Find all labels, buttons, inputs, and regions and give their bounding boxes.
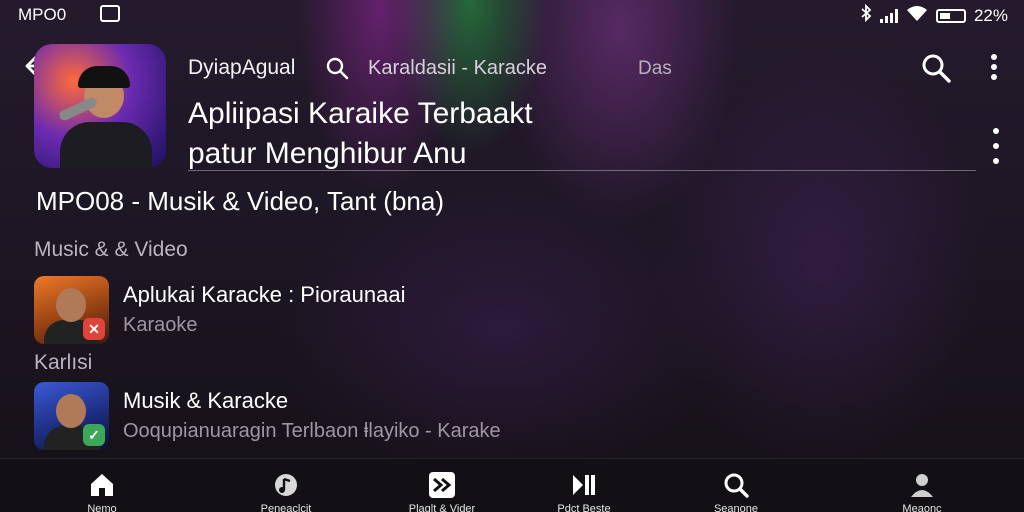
battery-icon [935,8,966,23]
bottom-nav: Nemo Peneaclcit Plaglt & Vider Pdct Best… [0,458,1024,512]
list-item[interactable]: ✓ Musik & Karacke Ooqupianuaragin Terlba… [34,382,734,450]
item-subtitle: Ooqupianuaragin Terlbaon ⱡlayiko - Karak… [123,420,501,442]
breadcrumb[interactable]: Karaldasii - Karacke [368,57,547,80]
item-title: Musik & Karacke [123,388,289,413]
item-thumbnail: ✕ [34,276,109,344]
music-icon [275,474,297,496]
nav-label: Plaglt & Vider [408,503,476,512]
app-brand: DyiapAgual [188,56,296,79]
divider [188,170,976,171]
nav-item-search[interactable]: Seanone [676,459,796,512]
signal-icon [879,8,898,23]
thumb-figure-head [56,394,86,428]
nav-label: Peneaclcit [260,503,312,512]
thumb-figure-head [56,288,86,322]
nav-item-podcast[interactable]: Pdct Beste [524,459,644,512]
app-subtitle: MPO08 - Musik & Video, Tant (bna) [36,186,445,216]
item-title: Aplukai Karacke : Pioraunaai [123,282,406,307]
singer-hat [78,66,130,88]
play-pause-icon [573,475,595,495]
check-icon: ✓ [83,424,105,446]
section-title: Karlısi [34,351,93,374]
nav-label: Pdct Beste [557,503,611,512]
bluetooth-icon [860,3,872,27]
nav-item-music[interactable]: Peneaclcit [226,459,346,512]
nav-label: Seanone [713,503,759,512]
x-icon: ✕ [83,318,105,340]
search-button[interactable] [920,52,952,84]
header-extra[interactable]: Das [638,58,672,80]
app-artwork[interactable] [34,44,166,168]
profile-icon [911,474,933,497]
more-options-button[interactable] [982,50,1006,84]
status-time: MPO0 [18,5,67,24]
list-item[interactable]: ✕ Aplukai Karacke : Pioraunaai Karaoke [34,276,734,344]
status-right: 22% [860,3,1008,27]
item-thumbnail: ✓ [34,382,109,450]
singer-body [60,122,152,168]
nav-item-home[interactable]: Nemo [42,459,162,512]
search-icon [922,54,951,83]
notification-icon [100,5,120,22]
battery-percent: 22% [973,5,1008,25]
nav-item-profile[interactable]: Meaonc [862,459,982,512]
search-icon [724,473,749,498]
page-title: Apliipasi Karaike Terbaakt patur Menghib… [188,94,968,174]
page-title-line1: Apliipasi Karaike Terbaakt [188,97,533,130]
nav-label: Meaonc [902,503,942,512]
nav-item-playlist[interactable]: Plaglt & Vider [382,459,502,512]
item-subtitle: Karaoke [123,314,198,336]
more-vert-icon [982,50,1006,84]
status-bar: MPO0 22% [0,0,1024,30]
home-icon [91,474,113,496]
title-more-button[interactable] [984,124,1008,168]
search-inline-icon[interactable] [325,56,349,80]
nav-label: Nemo [87,503,117,512]
section-title: Music & & Video [34,238,188,261]
more-vert-icon [984,124,1008,168]
wifi-icon [906,5,928,26]
forward-icon [429,472,455,498]
page-title-line2: patur Menghibur Anu [188,137,467,170]
